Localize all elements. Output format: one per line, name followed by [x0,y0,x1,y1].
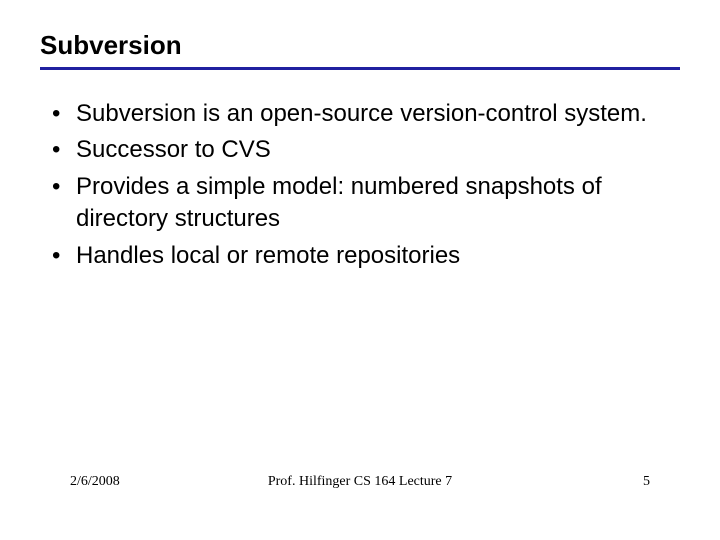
slide-title: Subversion [40,30,680,61]
footer-date: 2/6/2008 [70,474,120,490]
footer-center: Prof. Hilfinger CS 164 Lecture 7 [268,474,452,490]
list-item: Subversion is an open-source version-con… [52,98,680,130]
slide-footer: 2/6/2008 Prof. Hilfinger CS 164 Lecture … [0,474,720,490]
list-item: Successor to CVS [52,134,680,166]
list-item: Handles local or remote repositories [52,240,680,272]
list-item: Provides a simple model: numbered snapsh… [52,171,680,236]
bullet-list: Subversion is an open-source version-con… [40,98,680,272]
title-divider [40,67,680,70]
footer-page-number: 5 [643,474,650,490]
